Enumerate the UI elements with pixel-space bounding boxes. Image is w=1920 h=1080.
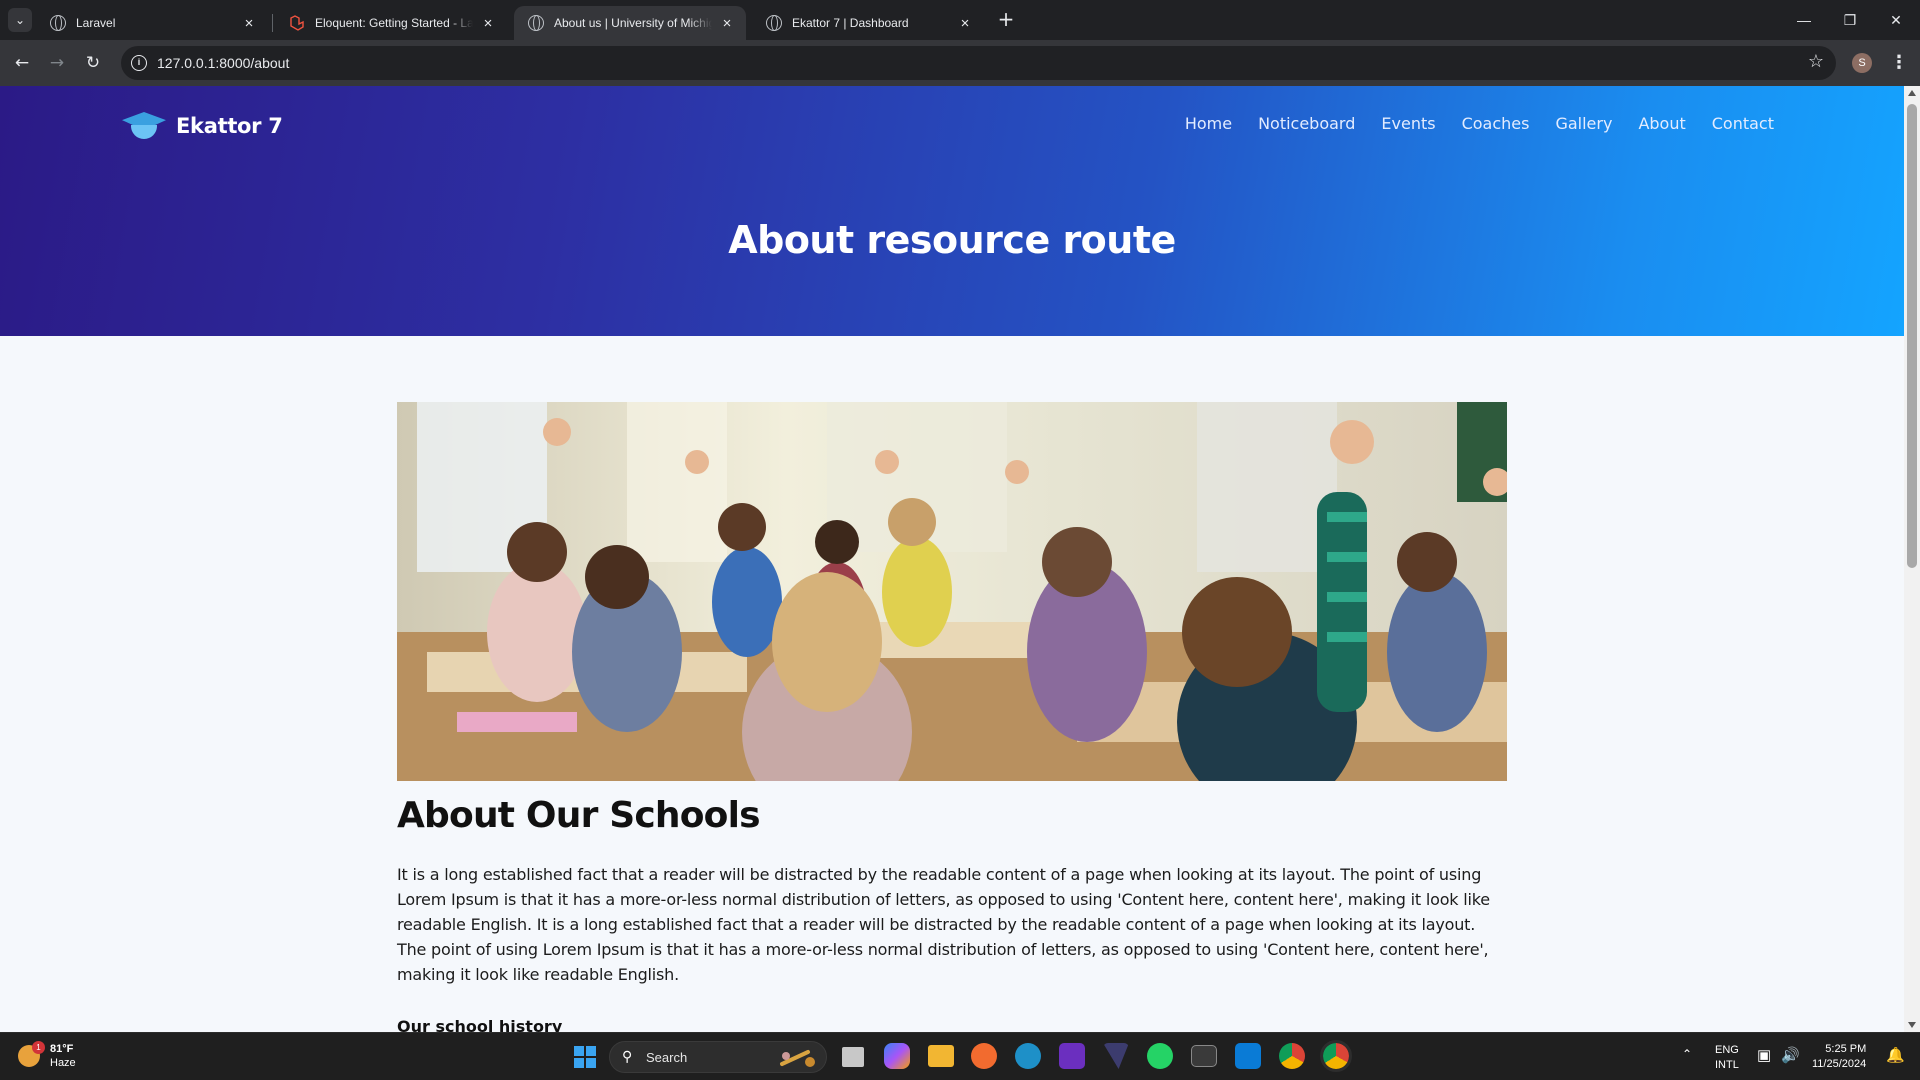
notification-badge: 1	[32, 1041, 45, 1054]
task-view-icon[interactable]	[842, 1047, 864, 1067]
scroll-up-icon[interactable]	[1908, 90, 1916, 96]
globe-icon	[766, 15, 782, 31]
globe-icon	[528, 15, 544, 31]
bookmark-star-icon[interactable]: ☆	[1808, 51, 1824, 72]
windows-start-icon[interactable]	[574, 1046, 596, 1068]
url-text[interactable]: 127.0.0.1:8000/about	[157, 55, 289, 71]
weather-desc: Haze	[50, 1057, 76, 1069]
classroom-photo	[397, 402, 1507, 781]
postman-icon[interactable]	[971, 1043, 997, 1069]
tab-about-us[interactable]: About us | University of Michigan ×	[514, 6, 746, 40]
reload-button[interactable]: ↻	[79, 49, 107, 77]
clock-date: 11/25/2024	[1812, 1058, 1867, 1070]
search-icon: ⚲	[622, 1049, 633, 1065]
page-viewport: Ekattor 7 Home Noticeboard Events Coache…	[0, 86, 1904, 1032]
hero-header: Ekattor 7 Home Noticeboard Events Coache…	[0, 86, 1904, 336]
nav-contact[interactable]: Contact	[1712, 114, 1774, 133]
forward-button[interactable]: →	[43, 49, 71, 77]
laravel-icon	[289, 15, 305, 31]
globe-icon	[50, 15, 66, 31]
tab-title: About us | University of Michigan	[554, 16, 712, 30]
main-nav: Home Noticeboard Events Coaches Gallery …	[1159, 114, 1774, 133]
minimize-button[interactable]: —	[1784, 6, 1824, 34]
copilot-icon[interactable]	[884, 1043, 910, 1069]
volume-icon[interactable]: 🔊	[1781, 1046, 1800, 1080]
file-explorer-icon[interactable]	[928, 1045, 954, 1067]
windows-taskbar: 1 81°F Haze ⚲ Search ⌃ ENG INTL ▣ 🔊 5:25…	[0, 1032, 1920, 1080]
notification-icon[interactable]: 🔔	[1886, 1046, 1905, 1080]
tab-dashboard[interactable]: Ekattor 7 | Dashboard ×	[752, 6, 984, 40]
edge-icon[interactable]	[1015, 1043, 1041, 1069]
close-window-button[interactable]: ✕	[1876, 6, 1916, 34]
vscode-icon[interactable]	[1235, 1043, 1261, 1069]
close-icon[interactable]: ×	[479, 15, 497, 32]
tab-laravel[interactable]: Laravel ×	[36, 6, 268, 40]
lang-code: ENG	[1715, 1044, 1739, 1056]
new-tab-button[interactable]: +	[993, 8, 1019, 32]
language-indicator[interactable]: ENG INTL	[1715, 1043, 1739, 1080]
about-paragraph: It is a long established fact that a rea…	[397, 865, 1490, 984]
taskbar-search[interactable]: ⚲ Search	[609, 1041, 827, 1073]
graduation-cap-icon	[122, 108, 166, 144]
back-button[interactable]: ←	[8, 49, 36, 77]
weather-widget[interactable]: 1 81°F Haze	[18, 1041, 76, 1070]
close-icon[interactable]: ×	[240, 15, 258, 32]
weather-icon: 1	[18, 1041, 45, 1067]
section-title: About Our Schools	[397, 795, 761, 836]
search-label: Search	[646, 1050, 688, 1065]
close-icon[interactable]: ×	[718, 15, 736, 32]
terminal-icon[interactable]	[1191, 1045, 1217, 1067]
close-icon[interactable]: ×	[956, 15, 974, 32]
logo-text: Ekattor 7	[176, 114, 283, 138]
scrollbar-thumb[interactable]	[1907, 104, 1917, 568]
show-hidden-icons[interactable]: ⌃	[1682, 1047, 1692, 1080]
nav-home[interactable]: Home	[1185, 114, 1232, 133]
main-content: About Our Schools It is a long establish…	[397, 402, 1507, 1032]
clock-time: 5:25 PM	[1825, 1043, 1867, 1055]
tab-title: Eloquent: Getting Started - Laravel	[315, 16, 473, 30]
chrome-active-icon[interactable]	[1320, 1040, 1352, 1072]
tab-title: Laravel	[76, 16, 116, 30]
address-bar[interactable]: i 127.0.0.1:8000/about ☆	[121, 46, 1836, 80]
browser-toolbar: ← → ↻ i 127.0.0.1:8000/about ☆ S ⋮	[0, 40, 1920, 86]
tab-eloquent[interactable]: Eloquent: Getting Started - Laravel ×	[275, 6, 507, 40]
history-subheading: Our school history	[397, 1017, 563, 1032]
nav-events[interactable]: Events	[1381, 114, 1435, 133]
phpstorm-icon[interactable]	[1059, 1043, 1085, 1069]
restore-button[interactable]: ❐	[1830, 6, 1870, 34]
nav-noticeboard[interactable]: Noticeboard	[1258, 114, 1355, 133]
nav-gallery[interactable]: Gallery	[1555, 114, 1612, 133]
weather-temp: 81°F	[50, 1043, 74, 1055]
tab-title: Ekattor 7 | Dashboard	[792, 16, 909, 30]
scroll-down-icon[interactable]	[1908, 1022, 1916, 1028]
browser-menu-icon[interactable]: ⋮	[1890, 49, 1908, 77]
nav-about[interactable]: About	[1638, 114, 1685, 133]
nav-coaches[interactable]: Coaches	[1462, 114, 1530, 133]
chrome-icon[interactable]	[1279, 1043, 1305, 1069]
site-info-icon[interactable]: i	[131, 55, 147, 71]
site-logo[interactable]: Ekattor 7	[122, 108, 283, 144]
page-title: About resource route	[728, 218, 1176, 262]
lang-layout: INTL	[1715, 1059, 1739, 1071]
network-icon[interactable]: ▣	[1757, 1046, 1771, 1080]
system-clock[interactable]: 5:25 PM 11/25/2024	[1812, 1042, 1866, 1080]
browser-tab-bar: ⌄ Laravel × Eloquent: Getting Started - …	[0, 0, 1920, 40]
profile-avatar[interactable]: S	[1852, 53, 1872, 73]
page-scrollbar[interactable]	[1904, 86, 1920, 1032]
whatsapp-icon[interactable]	[1147, 1043, 1173, 1069]
tab-search-icon[interactable]: ⌄	[8, 8, 32, 32]
vs-app-icon[interactable]	[1103, 1043, 1129, 1069]
